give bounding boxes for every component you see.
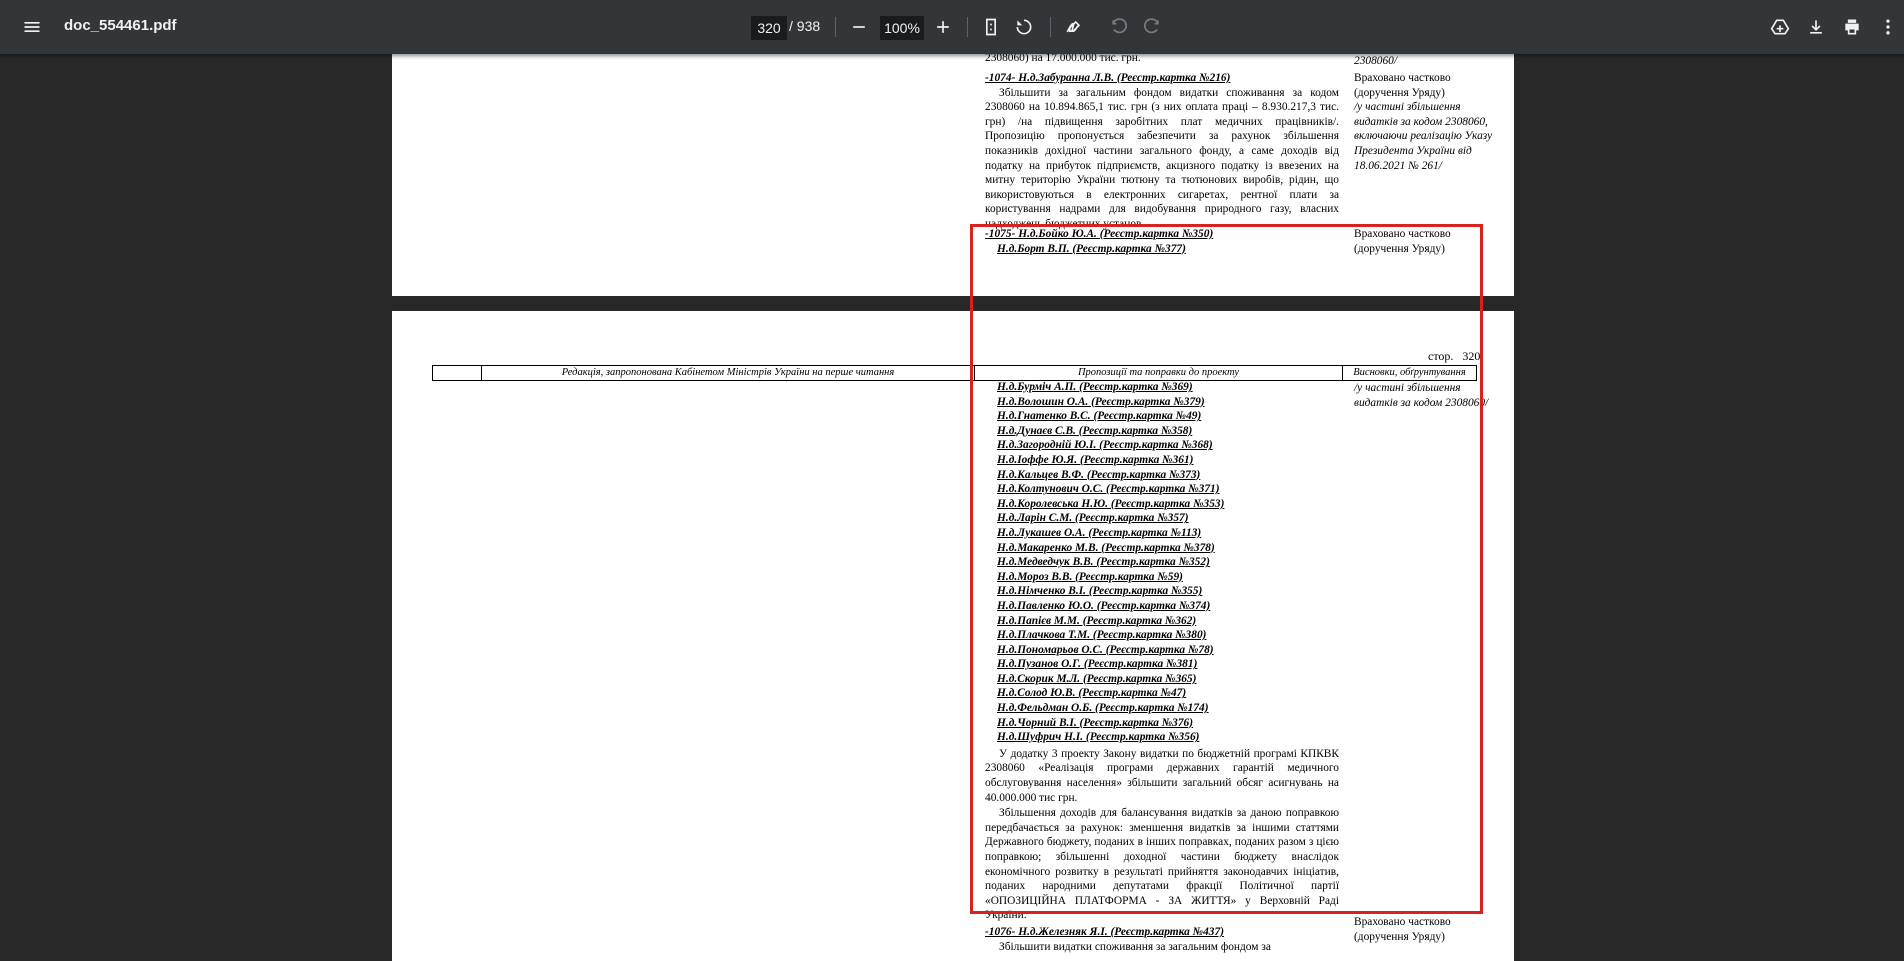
fit-page-icon[interactable]: [975, 11, 1007, 43]
amendment-body: Збільшити видатки споживання за загальни…: [999, 940, 1271, 953]
verdict-1076: Враховано частково (доручення Уряду): [1354, 915, 1494, 944]
verdict-line: (доручення Уряду): [1354, 86, 1445, 99]
menu-icon[interactable]: [16, 11, 48, 43]
undo-icon[interactable]: [1103, 11, 1135, 43]
verdict-line: Враховано частково: [1354, 916, 1451, 928]
zoom-in-icon[interactable]: [927, 11, 959, 43]
amendment-head: -1074- Н.д.Забуранна Л.В. (Реєстр.картка…: [985, 72, 1231, 84]
header-cell-empty: [433, 366, 482, 380]
toolbar-divider: [835, 17, 836, 37]
amendment-body: Збільшити за загальним фондом видатки сп…: [985, 86, 1339, 230]
download-icon[interactable]: [1800, 11, 1832, 43]
pdf-toolbar: doc_554461.pdf / 938: [0, 0, 1904, 54]
verdict-note: /у частині збільшення видатків за кодом …: [1354, 101, 1493, 172]
top-fragment-verdict: 2308060/: [1354, 54, 1494, 69]
zoom-out-icon[interactable]: [843, 11, 875, 43]
toolbar-divider: [1050, 17, 1051, 37]
drive-icon[interactable]: [1764, 11, 1796, 43]
toolbar-divider: [967, 17, 968, 37]
document-title: doc_554461.pdf: [64, 17, 177, 34]
amendment-head: -1076- Н.д.Железняк Я.І. (Реєстр.картка …: [985, 925, 1224, 938]
zoom-input[interactable]: [880, 16, 924, 40]
amendment-1074: -1074- Н.д.Забуранна Л.В. (Реєстр.картка…: [985, 71, 1339, 232]
annotate-icon[interactable]: [1058, 11, 1090, 43]
rotate-icon[interactable]: [1008, 11, 1040, 43]
print-icon[interactable]: [1836, 11, 1868, 43]
verdict-1074: Враховано частково (доручення Уряду) /у …: [1354, 71, 1494, 173]
verdict-text: 2308060/: [1354, 55, 1398, 67]
page-total: / 938: [789, 18, 821, 34]
verdict-line: Враховано частково: [1354, 72, 1451, 84]
redo-icon[interactable]: [1136, 11, 1168, 43]
more-vert-icon[interactable]: [1872, 11, 1904, 43]
header-col-draft: Редакція, запропонована Кабінетом Мініст…: [482, 366, 975, 380]
verdict-line: (доручення Уряду): [1354, 930, 1445, 943]
highlight-box: [970, 224, 1483, 914]
page-number-input[interactable]: [751, 16, 787, 40]
